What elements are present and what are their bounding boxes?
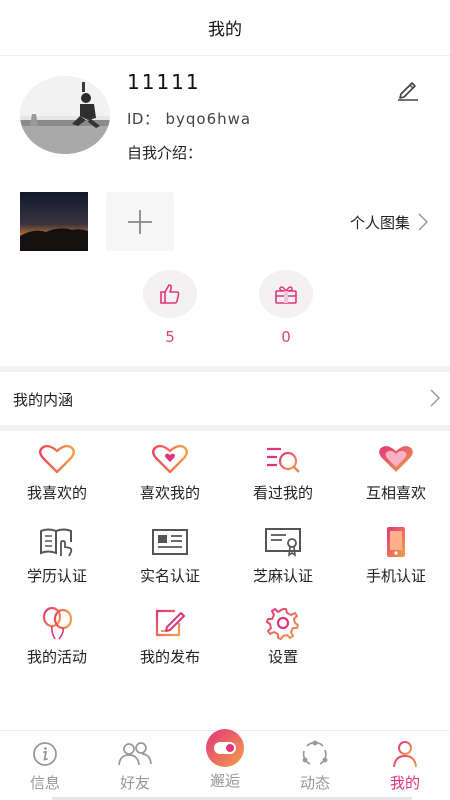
grid-item-label: 我的活动 <box>26 648 87 666</box>
tab-label: 我的 <box>389 774 420 792</box>
tab-label: 动态 <box>299 774 330 792</box>
grid-item-realname-verify[interactable]: 实名认证 <box>114 525 226 586</box>
photo-gallery: 个人图集 <box>0 190 450 254</box>
title-bar: 我的 <box>0 0 450 56</box>
gift-button[interactable] <box>259 270 313 318</box>
bottom-tab-bar: 信息 好友 邂逅 动态 我的 <box>0 729 450 800</box>
gifts-stat: 0 <box>256 270 316 346</box>
tab-mine[interactable]: 我的 <box>360 731 450 800</box>
grid-item-label: 我喜欢的 <box>26 484 87 502</box>
stats-row: 5 0 <box>0 270 450 356</box>
page-title: 我的 <box>208 20 242 40</box>
tab-friends[interactable]: 好友 <box>90 731 180 800</box>
grid-item-label: 我的发布 <box>139 648 200 666</box>
tab-messages[interactable]: 信息 <box>0 731 90 800</box>
gifts-count: 0 <box>281 328 291 346</box>
grid-item-likes-me[interactable]: 喜欢我的 <box>114 442 226 503</box>
user-id: ID： byqo6hwa <box>127 108 251 129</box>
my-connotation-row[interactable]: 我的内涵 <box>0 373 450 425</box>
toggle-icon <box>206 729 244 767</box>
tab-moments[interactable]: 动态 <box>270 731 360 800</box>
tab-encounter[interactable]: 邂逅 <box>180 729 270 800</box>
thumbs-up-icon <box>160 284 180 304</box>
grid-item-my-posts[interactable]: 我的发布 <box>114 606 226 667</box>
grid-item-education-verify[interactable]: 学历认证 <box>1 525 113 586</box>
personal-album-label: 个人图集 <box>350 213 411 232</box>
grid-item-viewed-me[interactable]: 看过我的 <box>227 442 339 503</box>
plus-icon <box>128 209 152 234</box>
list-search-icon <box>267 447 300 473</box>
grid-item-i-like[interactable]: 我喜欢的 <box>1 442 113 503</box>
tab-label: 信息 <box>29 774 60 792</box>
add-photo-button[interactable] <box>106 192 174 251</box>
info-icon <box>33 742 57 766</box>
grid-item-label: 互相喜欢 <box>365 484 426 502</box>
grid-item-phone-verify[interactable]: 手机认证 <box>340 525 450 586</box>
gift-icon <box>275 286 297 304</box>
heart-filled-icon <box>379 446 413 472</box>
grid-item-label: 学历认证 <box>26 567 87 585</box>
grid-item-label: 芝麻认证 <box>252 567 313 585</box>
grid-item-label: 手机认证 <box>365 567 426 585</box>
divider <box>0 425 450 431</box>
grid-item-label: 看过我的 <box>252 484 313 502</box>
edit-profile-button[interactable] <box>395 76 421 102</box>
profile-section: 11111 ID： byqo6hwa 自我介绍： <box>0 56 450 176</box>
username: 11111 <box>127 70 201 94</box>
friends-icon <box>118 742 152 766</box>
heart-outline-icon <box>39 444 75 474</box>
avatar[interactable] <box>20 76 110 154</box>
balloons-icon <box>42 606 73 640</box>
grid-item-label: 设置 <box>267 648 298 666</box>
likes-stat: 5 <box>140 270 200 346</box>
pencil-icon <box>398 82 418 101</box>
self-intro-label: 自我介绍： <box>127 144 203 162</box>
gallery-photo[interactable] <box>20 192 88 251</box>
chevron-right-icon <box>430 389 440 407</box>
tab-label: 好友 <box>119 774 150 792</box>
personal-album-link[interactable]: 个人图集 <box>350 210 429 234</box>
orbit-icon <box>302 740 328 765</box>
heart-dot-icon <box>152 444 188 474</box>
chevron-right-icon <box>418 213 429 231</box>
grid-item-my-activities[interactable]: 我的活动 <box>1 606 113 667</box>
likes-count: 5 <box>165 328 175 346</box>
divider <box>0 366 450 372</box>
person-icon <box>393 741 417 768</box>
book-hand-icon <box>40 528 73 557</box>
grid-item-label: 实名认证 <box>139 567 200 585</box>
grid-item-sesame-verify[interactable]: 芝麻认证 <box>227 525 339 586</box>
like-button[interactable] <box>143 270 197 318</box>
certificate-icon <box>265 528 301 557</box>
compose-icon <box>155 609 185 637</box>
grid-item-mutual-like[interactable]: 互相喜欢 <box>340 442 450 503</box>
my-connotation-label: 我的内涵 <box>13 390 74 409</box>
grid-item-settings[interactable]: 设置 <box>227 606 339 667</box>
gear-icon <box>266 608 299 640</box>
grid-item-label: 喜欢我的 <box>139 484 200 502</box>
user-id-value: byqo6hwa <box>165 110 252 128</box>
tab-label: 邂逅 <box>209 772 240 790</box>
user-id-label: ID： <box>127 110 160 128</box>
id-card-icon <box>152 529 188 555</box>
phone-icon <box>387 527 405 557</box>
